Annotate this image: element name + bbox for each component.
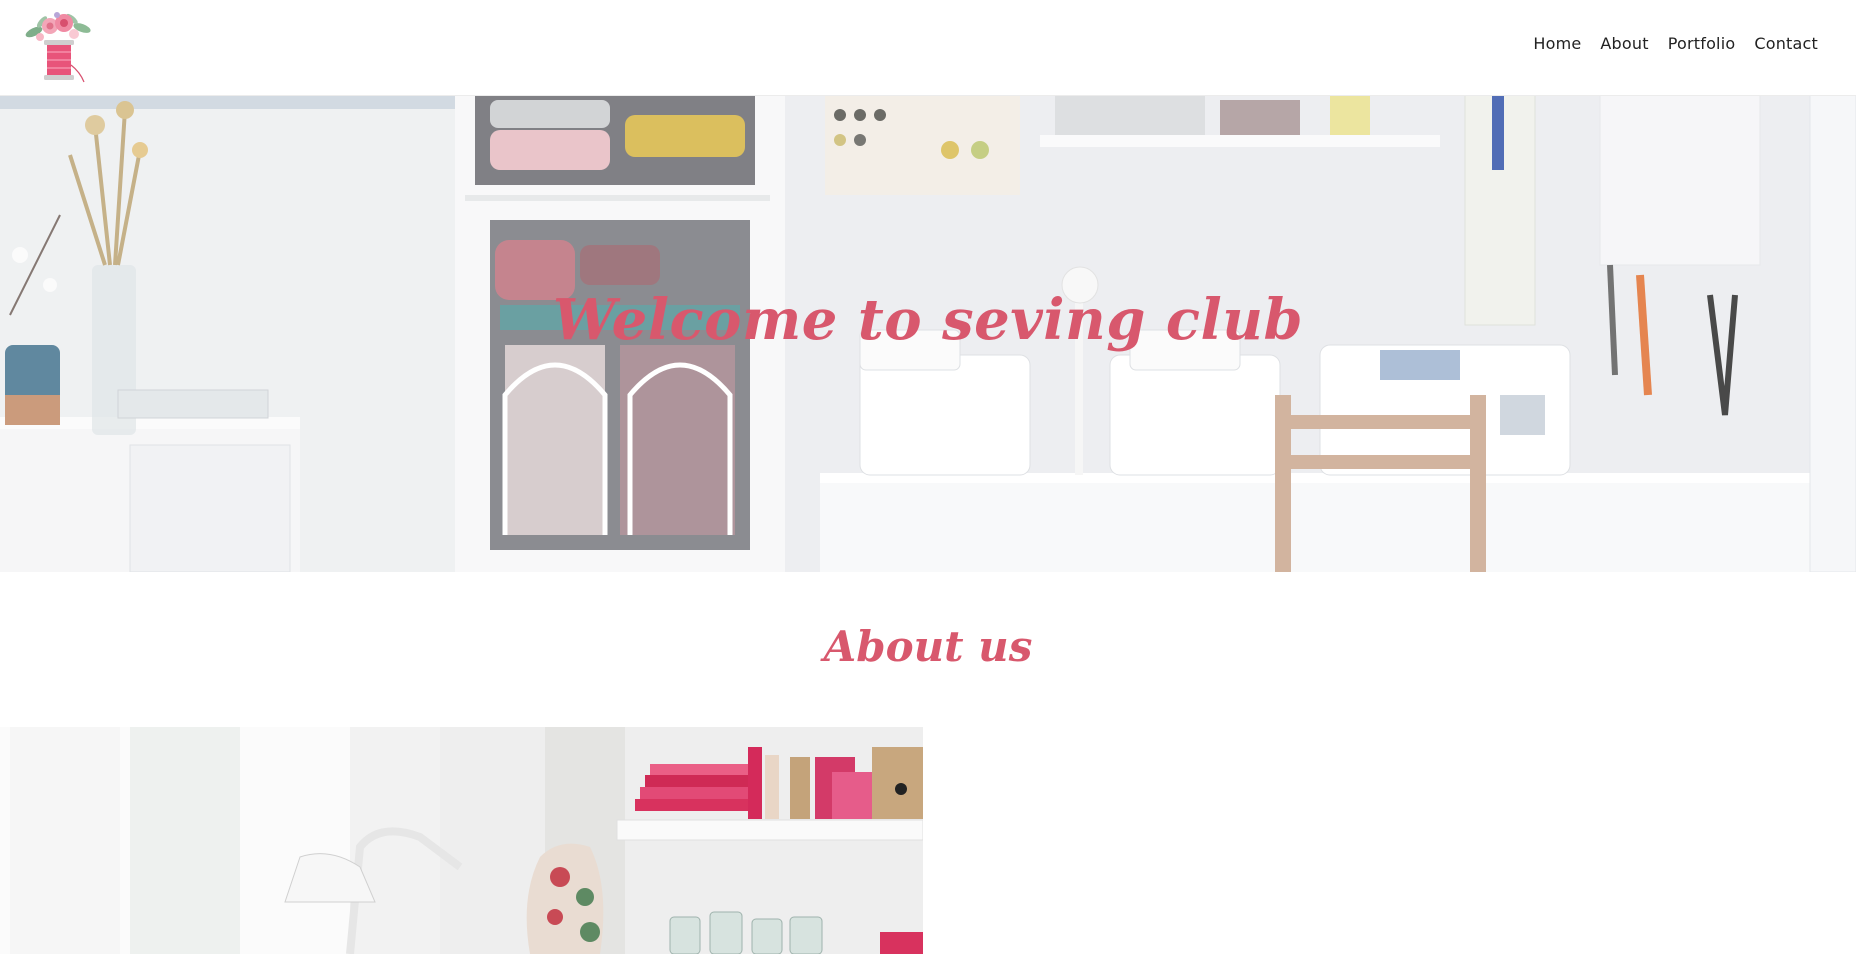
page: Home About Portfolio Contact Welcome to … — [0, 0, 1856, 954]
about-title: About us — [823, 622, 1033, 671]
hero-title: Welcome to seving club — [552, 287, 1304, 353]
hero-section: Welcome to seving club — [0, 95, 1856, 572]
spool-flower-logo-icon — [25, 12, 91, 83]
main-nav: Home About Portfolio Contact — [1533, 34, 1818, 53]
nav-portfolio-link[interactable]: Portfolio — [1668, 34, 1736, 53]
nav-home-link[interactable]: Home — [1533, 34, 1581, 53]
about-image — [0, 727, 923, 954]
sewing-studio-photo — [0, 727, 923, 954]
nav-about-link[interactable]: About — [1600, 34, 1648, 53]
logo[interactable] — [22, 10, 94, 85]
nav-contact-link[interactable]: Contact — [1754, 34, 1818, 53]
site-header: Home About Portfolio Contact — [0, 0, 1856, 96]
